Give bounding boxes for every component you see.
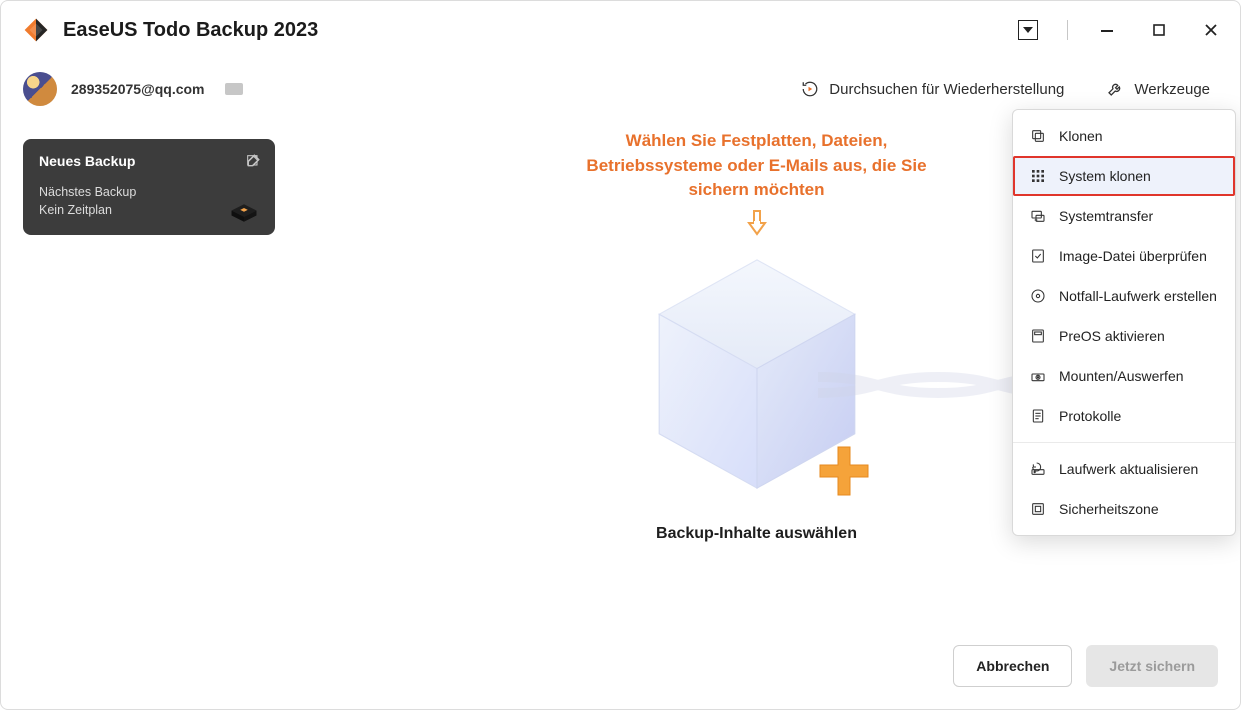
transfer-icon: [1029, 207, 1047, 225]
checkfile-icon: [1029, 247, 1047, 265]
tools-item-protokolle[interactable]: Protokolle: [1013, 396, 1235, 436]
tools-item-label: Image-Datei überprüfen: [1059, 248, 1207, 264]
app-window: EaseUS Todo Backup 2023 289352075@qq.com: [0, 0, 1241, 710]
tools-item-notfall-laufwerk-erstellen[interactable]: Notfall-Laufwerk erstellen: [1013, 276, 1235, 316]
edit-icon[interactable]: [245, 153, 261, 169]
avatar: [23, 72, 57, 106]
tools-item-label: Notfall-Laufwerk erstellen: [1059, 288, 1217, 304]
copy-icon: [1029, 127, 1047, 145]
backup-card-title: Neues Backup: [39, 153, 259, 169]
tools-item-sicherheitszone[interactable]: Sicherheitszone: [1013, 489, 1235, 529]
preos-icon: [1029, 327, 1047, 345]
tools-item-systemtransfer[interactable]: Systemtransfer: [1013, 196, 1235, 236]
tools-item-label: Laufwerk aktualisieren: [1059, 461, 1198, 477]
tools-item-label: Protokolle: [1059, 408, 1121, 424]
browse-restore-label: Durchsuchen für Wiederherstellung: [829, 81, 1064, 98]
maximize-button[interactable]: [1140, 11, 1178, 49]
user-block[interactable]: 289352075@qq.com: [23, 72, 243, 106]
titlebar: EaseUS Todo Backup 2023: [1, 1, 1240, 60]
disk-mini-icon: [229, 193, 259, 223]
tools-item-label: Mounten/Auswerfen: [1059, 368, 1184, 384]
instruction-text: Wählen Sie Festplatten, Dateien, Betrieb…: [547, 129, 967, 203]
app-logo-icon: [23, 17, 49, 43]
refresh-icon: [1029, 460, 1047, 478]
grid-icon: [1029, 167, 1047, 185]
tools-item-klonen[interactable]: Klonen: [1013, 116, 1235, 156]
wrench-icon: [1106, 80, 1124, 98]
plus-icon: [812, 439, 876, 503]
log-icon: [1029, 407, 1047, 425]
tools-item-preos-aktivieren[interactable]: PreOS aktivieren: [1013, 316, 1235, 356]
app-title: EaseUS Todo Backup 2023: [63, 19, 318, 42]
backup-schedule: Kein Zeitplan: [39, 201, 259, 219]
tools-dropdown: Klonen System klonen Systemtransfer Image-D…: [1012, 109, 1236, 536]
zone-icon: [1029, 500, 1047, 518]
tools-item-laufwerk-aktualisieren[interactable]: Laufwerk aktualisieren: [1013, 449, 1235, 489]
tools-item-mounten-auswerfen[interactable]: Mounten/Auswerfen: [1013, 356, 1235, 396]
backup-next-label: Nächstes Backup: [39, 183, 259, 201]
tools-item-label: PreOS aktivieren: [1059, 328, 1165, 344]
tools-item-label: System klonen: [1059, 168, 1151, 184]
close-button[interactable]: [1192, 11, 1230, 49]
disc-icon: [1029, 287, 1047, 305]
restore-clock-icon: [801, 80, 819, 98]
edition-badge: [225, 83, 243, 95]
backup-now-button: Jetzt sichern: [1086, 645, 1218, 687]
browse-restore-link[interactable]: Durchsuchen für Wiederherstellung: [793, 74, 1072, 104]
tools-item-label: Systemtransfer: [1059, 208, 1153, 224]
tools-item-system-klonen[interactable]: System klonen: [1013, 156, 1235, 196]
mount-icon: [1029, 367, 1047, 385]
backup-card[interactable]: Neues Backup Nächstes Backup Kein Zeitpl…: [23, 139, 275, 235]
sidebar: Neues Backup Nächstes Backup Kein Zeitpl…: [23, 139, 275, 235]
tools-item-label: Klonen: [1059, 128, 1103, 144]
dropdown-toggle[interactable]: [1009, 11, 1047, 49]
dropdown-separator: [1013, 442, 1235, 443]
minimize-button[interactable]: [1088, 11, 1126, 49]
tools-label: Werkzeuge: [1134, 81, 1210, 98]
footer-buttons: Abbrechen Jetzt sichern: [953, 645, 1218, 687]
cancel-button[interactable]: Abbrechen: [953, 645, 1072, 687]
user-email: 289352075@qq.com: [71, 81, 205, 97]
tools-item-label: Sicherheitszone: [1059, 501, 1159, 517]
tools-item-image-datei-berpr-fen[interactable]: Image-Datei überprüfen: [1013, 236, 1235, 276]
tools-link[interactable]: Werkzeuge: [1098, 74, 1218, 104]
